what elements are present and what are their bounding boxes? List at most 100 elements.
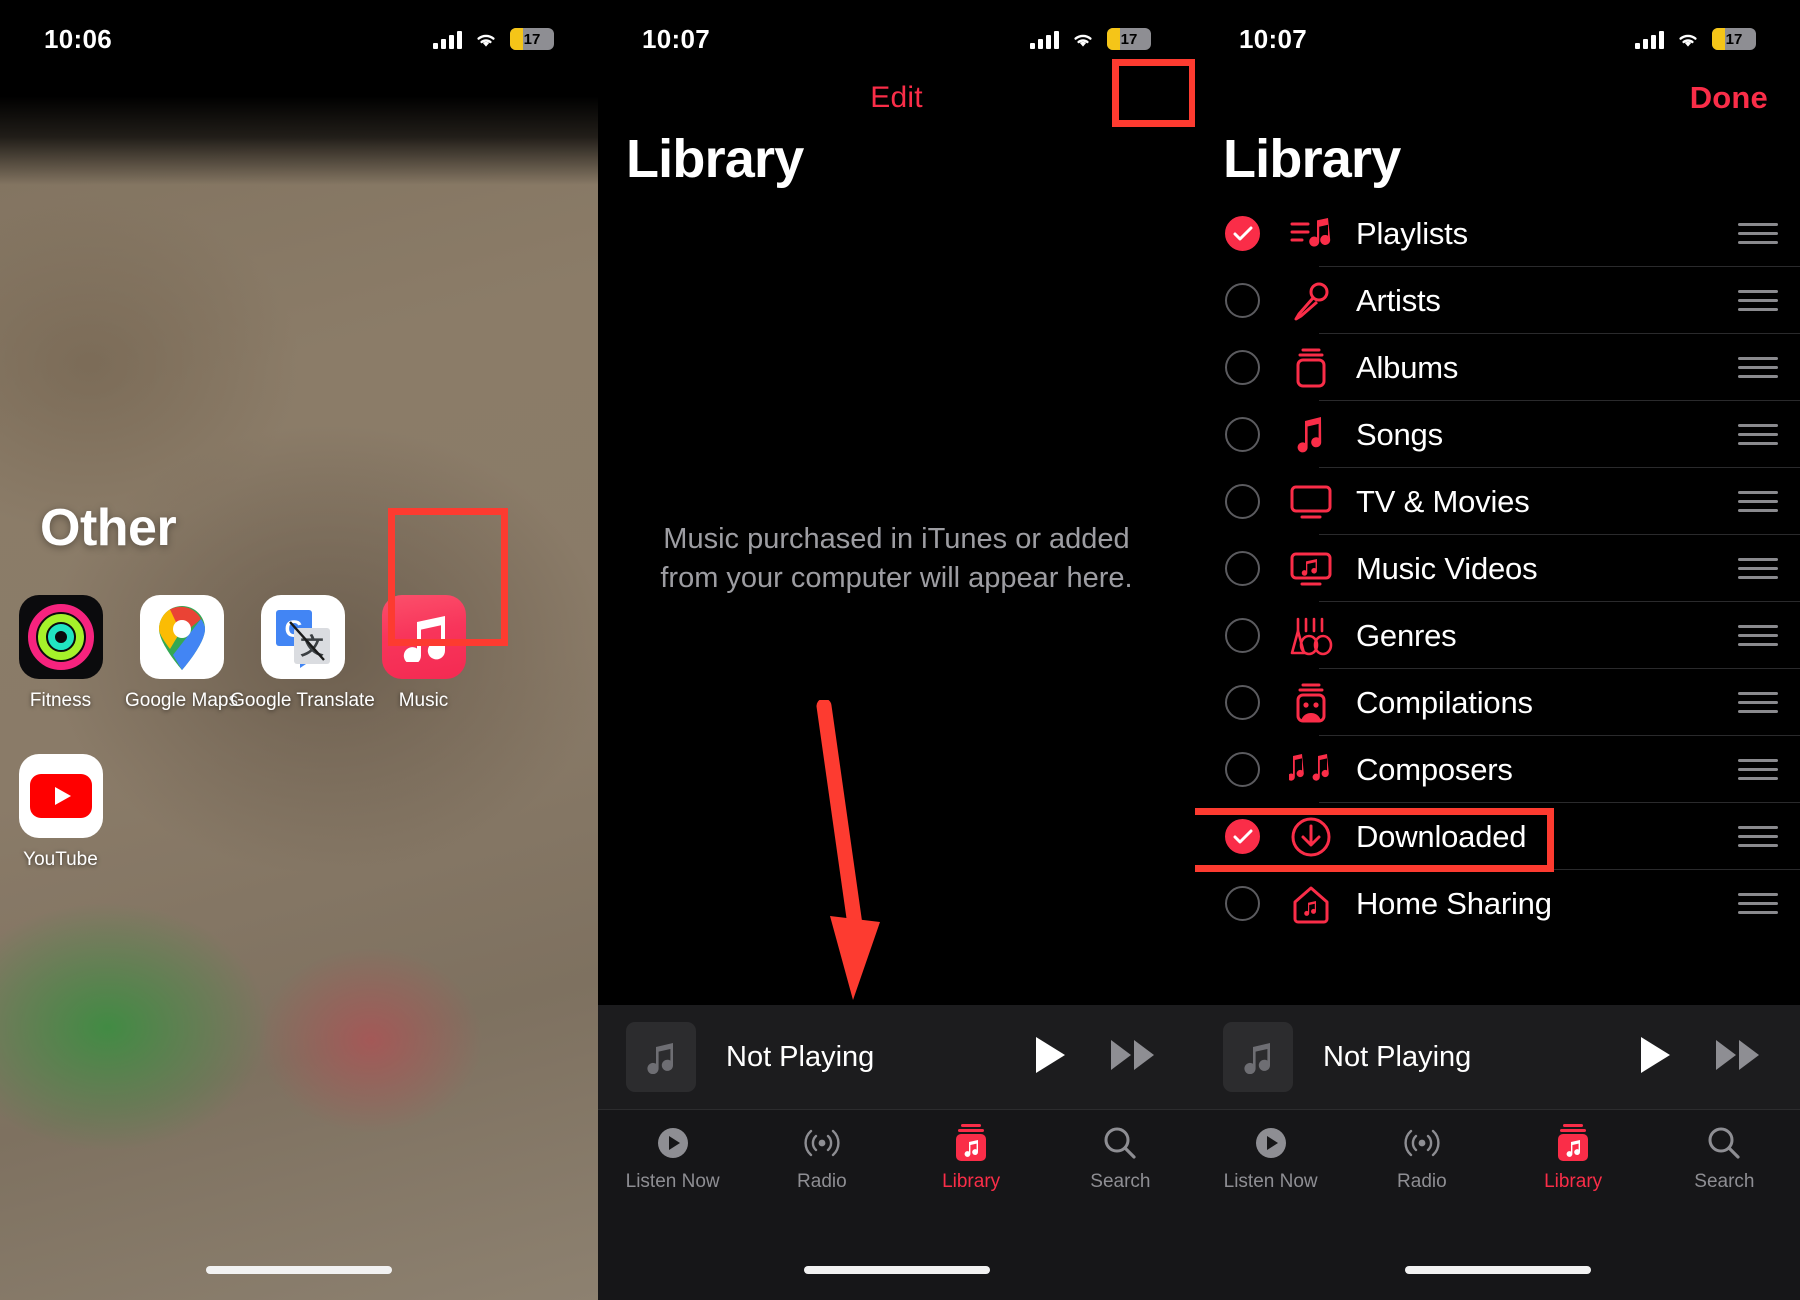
list-item[interactable]: Music Videos [1195,535,1800,602]
panel-music-library: 10:07 17 Edit Library Music purchased in… [598,0,1195,1300]
checkbox[interactable] [1225,283,1260,318]
list-item-label: Albums [1356,349,1459,385]
tab-search[interactable]: Search [1046,1122,1195,1193]
microphone-icon [1288,281,1334,321]
app-music[interactable]: Music [363,595,484,712]
listen-now-icon [655,1122,691,1164]
checkbox[interactable] [1225,484,1260,519]
status-time: 10:07 [642,23,710,54]
library-edit-list: Playlists Artists Albums Songs TV & Movi… [1195,200,1800,937]
list-item[interactable]: Compilations [1195,669,1800,736]
tab-label: Library [942,1171,1001,1192]
status-time: 10:06 [44,23,112,54]
app-google-translate[interactable]: G 文 Google Translate [230,595,375,712]
drag-handle-icon[interactable] [1738,558,1778,579]
app-label: Google Translate [230,690,375,711]
checkbox[interactable] [1225,551,1260,586]
checkbox[interactable] [1225,216,1260,251]
page-title: Library [626,129,804,189]
app-google-maps[interactable]: Google Maps [121,595,242,712]
battery-percent: 17 [523,30,541,48]
drag-handle-icon[interactable] [1738,625,1778,646]
list-item[interactable]: Composers [1195,736,1800,803]
app-label: YouTube [23,849,98,870]
tab-library[interactable]: Library [1498,1122,1649,1193]
battery-icon: 17 [1107,28,1151,50]
bottom-stack-3: Not Playing Listen Now Radio Library Sea… [1195,1005,1800,1300]
edit-button[interactable]: Edit [870,81,923,115]
drag-handle-icon[interactable] [1738,893,1778,914]
list-item-label: Compilations [1356,684,1533,720]
tv-icon [1288,484,1334,520]
drag-handle-icon[interactable] [1738,290,1778,311]
mini-player-title: Not Playing [726,1040,875,1073]
tab-radio[interactable]: Radio [747,1122,896,1193]
play-icon[interactable] [1638,1035,1672,1080]
list-item[interactable]: Home Sharing [1195,870,1800,937]
tab-listen-now[interactable]: Listen Now [598,1122,747,1193]
drag-handle-icon[interactable] [1738,424,1778,445]
battery-percent: 17 [1725,30,1743,48]
note-icon [626,1022,696,1092]
list-item[interactable]: Songs [1195,401,1800,468]
tab-label: Radio [1397,1171,1447,1192]
checkbox[interactable] [1225,752,1260,787]
status-indicators: 17 [1635,28,1756,50]
drag-handle-icon[interactable] [1738,692,1778,713]
home-indicator[interactable] [803,1266,990,1274]
fast-forward-icon[interactable] [1109,1038,1157,1077]
tab-radio[interactable]: Radio [1346,1122,1497,1193]
mini-player[interactable]: Not Playing [1195,1005,1800,1110]
drag-handle-icon[interactable] [1738,759,1778,780]
checkbox[interactable] [1225,618,1260,653]
app-label: Google Maps [124,690,238,711]
list-item-label: Songs [1356,416,1443,452]
checkbox[interactable] [1225,417,1260,452]
checkbox[interactable] [1225,350,1260,385]
checkbox[interactable] [1225,886,1260,921]
status-bar-3: 10:07 17 [1195,0,1800,64]
tab-listen-now[interactable]: Listen Now [1195,1122,1346,1193]
tab-label: Listen Now [1223,1171,1318,1192]
tab-label: Library [1544,1171,1603,1192]
search-icon [1102,1122,1138,1164]
status-bar-2: 10:07 17 [598,0,1195,64]
navigation-bar-2: Edit [598,62,1195,134]
list-item[interactable]: Genres [1195,602,1800,669]
drag-handle-icon[interactable] [1738,491,1778,512]
done-button[interactable]: Done [1690,80,1768,116]
home-indicator[interactable] [1404,1266,1591,1274]
mini-player[interactable]: Not Playing [598,1005,1195,1110]
guitar-icon [1288,615,1334,657]
tab-library[interactable]: Library [897,1122,1046,1193]
app-fitness[interactable]: Fitness [0,595,121,712]
google-translate-icon: G 文 [260,595,345,679]
checkbox[interactable] [1225,819,1260,854]
page-title: Library [1223,129,1401,189]
list-item[interactable]: TV & Movies [1195,468,1800,535]
home-indicator [206,1266,392,1274]
list-item[interactable]: Playlists [1195,200,1800,267]
app-youtube[interactable]: YouTube [0,754,121,871]
status-bar-1: 10:06 17 [0,0,598,64]
list-item[interactable]: Artists [1195,267,1800,334]
status-indicators: 17 [433,28,554,50]
tab-label: Search [1694,1171,1755,1192]
drag-handle-icon[interactable] [1738,223,1778,244]
list-item[interactable]: Albums [1195,334,1800,401]
status-indicators: 17 [1030,28,1151,50]
music-icon [381,595,466,679]
checkbox[interactable] [1225,685,1260,720]
wifi-icon [473,30,499,49]
drag-handle-icon[interactable] [1738,357,1778,378]
play-icon[interactable] [1033,1035,1067,1080]
folder-title: Other [40,499,177,557]
tab-search[interactable]: Search [1649,1122,1800,1193]
tab-label: Search [1090,1171,1151,1192]
fast-forward-icon[interactable] [1714,1038,1762,1077]
list-item-label: TV & Movies [1356,483,1530,519]
list-item-downloaded[interactable]: Downloaded [1195,803,1800,870]
safe-area-3 [1195,1218,1800,1300]
list-item-label: Composers [1356,751,1513,787]
drag-handle-icon[interactable] [1738,826,1778,847]
